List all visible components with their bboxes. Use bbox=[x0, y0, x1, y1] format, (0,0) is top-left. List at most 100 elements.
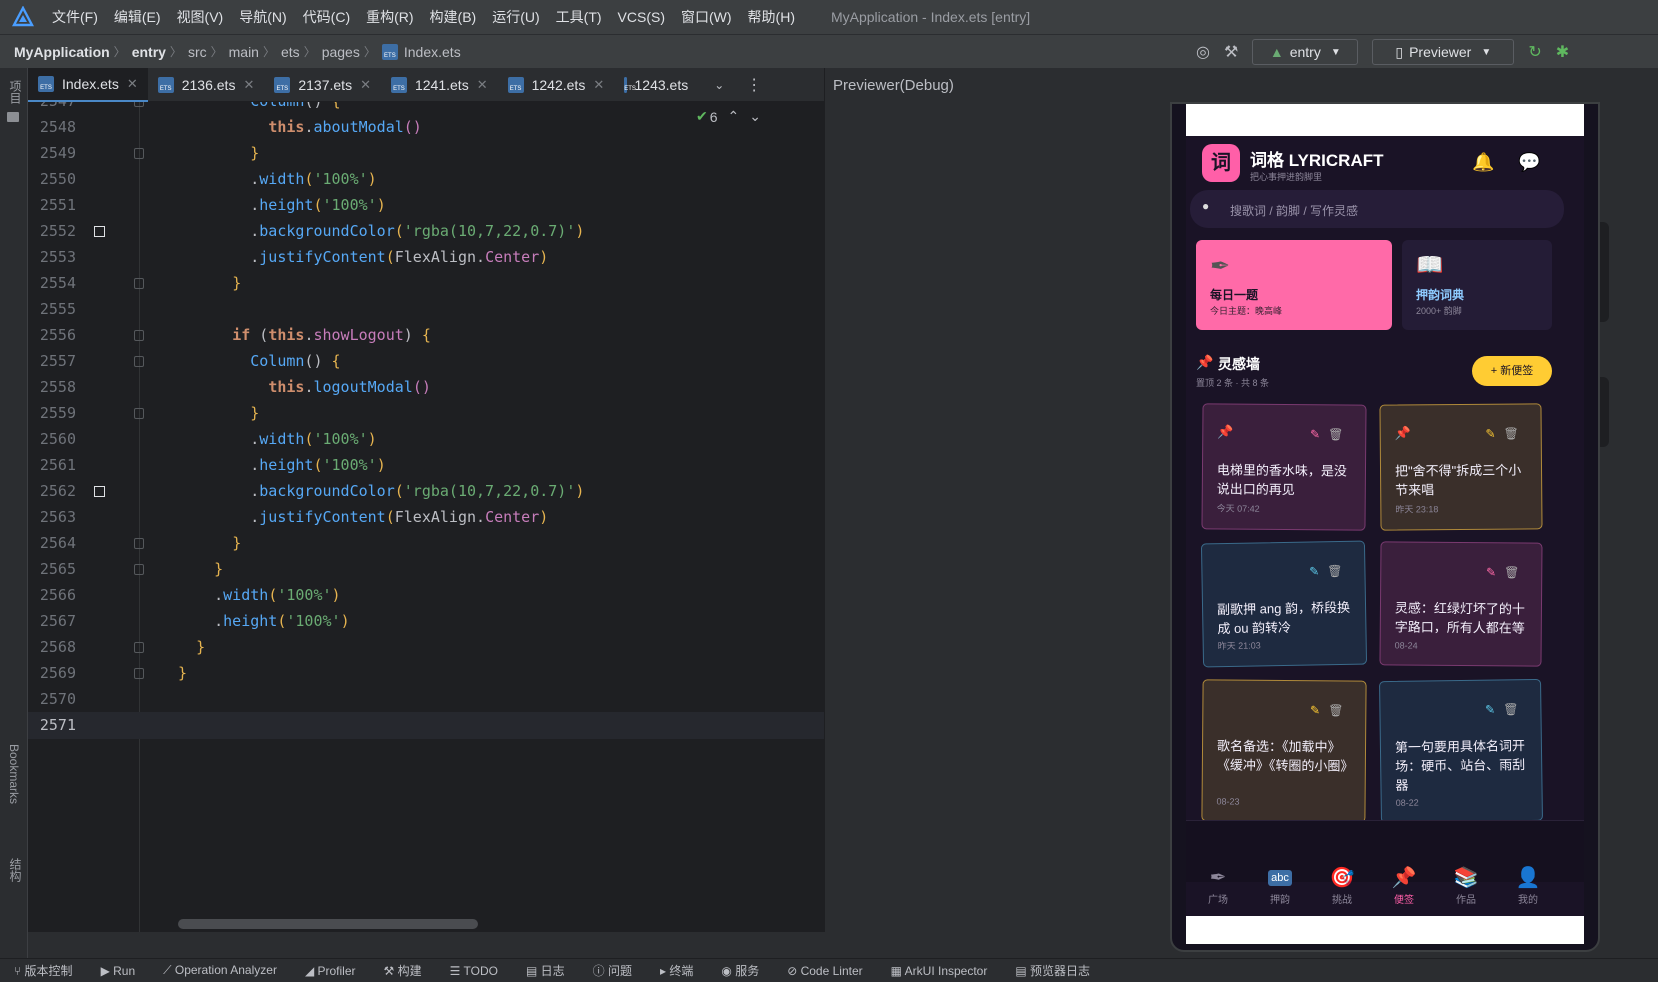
line-number[interactable]: 2550 bbox=[34, 166, 76, 193]
code-line[interactable]: 2569} bbox=[28, 660, 824, 687]
tool-run[interactable]: ▶ Run bbox=[101, 964, 136, 978]
line-number[interactable]: 2571 bbox=[34, 712, 76, 739]
menu-edit[interactable]: 编辑(E) bbox=[114, 7, 161, 27]
note-card[interactable]: 📌 ✎🗑 把"舍不得"拆成三个小节来唱 昨天 23:18 bbox=[1379, 403, 1543, 531]
menu-view[interactable]: 视图(V) bbox=[177, 7, 224, 27]
note-card[interactable]: ✎🗑 灵感：红绿灯坏了的十字路口，所有人都在等 08-24 bbox=[1379, 541, 1543, 667]
line-number[interactable]: 2568 bbox=[34, 634, 76, 661]
trash-icon[interactable]: 🗑 bbox=[1503, 702, 1526, 716]
line-number[interactable]: 2551 bbox=[34, 192, 76, 219]
debug-bug-icon[interactable]: ✱ bbox=[1556, 42, 1569, 62]
inspection-check-icon[interactable]: ✔ bbox=[696, 108, 708, 125]
code-line[interactable]: 2555 bbox=[28, 296, 824, 323]
code-line[interactable]: 2571 bbox=[28, 712, 824, 739]
menu-tools[interactable]: 工具(T) bbox=[556, 7, 602, 27]
daily-question-card[interactable]: ✒ 每日一题 今日主题：晚高峰 bbox=[1196, 240, 1392, 330]
code-line[interactable]: 2550 .width('100%') bbox=[28, 166, 824, 193]
trash-icon[interactable]: 🗑 bbox=[1503, 426, 1526, 440]
code-line[interactable]: 2559 } bbox=[28, 400, 824, 427]
line-number[interactable]: 2564 bbox=[34, 530, 76, 557]
code-line[interactable]: 2568 } bbox=[28, 634, 824, 661]
horizontal-scrollbar[interactable] bbox=[178, 919, 478, 929]
menu-navigate[interactable]: 导航(N) bbox=[239, 7, 286, 27]
tool-code-linter[interactable]: ⊘ Code Linter bbox=[787, 964, 862, 978]
note-card[interactable]: 📌 ✎🗑 电梯里的香水味，是没说出口的再见 今天 07:42 bbox=[1201, 403, 1367, 531]
target-icon[interactable]: ◎ bbox=[1196, 42, 1210, 62]
device-select[interactable]: ▯ Previewer ▼ bbox=[1372, 39, 1515, 65]
code-line[interactable]: 2556 if (this.showLogout) { bbox=[28, 322, 824, 349]
trash-icon[interactable]: 🗑 bbox=[1328, 703, 1351, 717]
line-number[interactable]: 2553 bbox=[34, 244, 76, 271]
line-number[interactable]: 2548 bbox=[34, 114, 76, 141]
line-number[interactable]: 2570 bbox=[34, 686, 76, 713]
color-swatch-icon[interactable] bbox=[94, 486, 105, 497]
line-number[interactable]: 2559 bbox=[34, 400, 76, 427]
breadcrumb-file[interactable]: Index.ets bbox=[404, 44, 461, 60]
fold-marker-icon[interactable] bbox=[134, 408, 144, 419]
chevron-up-icon[interactable]: ⌃ bbox=[728, 108, 740, 125]
edit-pencil-icon[interactable]: ✎ bbox=[1310, 427, 1328, 441]
breadcrumb-src[interactable]: src bbox=[188, 44, 207, 60]
menu-code[interactable]: 代码(C) bbox=[303, 7, 350, 27]
edit-pencil-icon[interactable]: ✎ bbox=[1309, 564, 1327, 578]
code-line[interactable]: 2564 } bbox=[28, 530, 824, 557]
trash-icon[interactable]: 🗑 bbox=[1327, 564, 1350, 578]
breadcrumb-main[interactable]: main bbox=[229, 44, 259, 60]
breadcrumb-project[interactable]: MyApplication bbox=[14, 44, 110, 60]
line-number[interactable]: 2554 bbox=[34, 270, 76, 297]
fold-marker-icon[interactable] bbox=[134, 564, 144, 575]
nav-notes[interactable]: 📌 便签 bbox=[1374, 865, 1434, 906]
tool-build[interactable]: ⚒ 构建 bbox=[384, 962, 422, 979]
structure-tool-button[interactable]: 结构 bbox=[7, 858, 24, 882]
code-line[interactable]: 2565 } bbox=[28, 556, 824, 583]
code-line[interactable]: 2551 .height('100%') bbox=[28, 192, 824, 219]
line-number[interactable]: 2565 bbox=[34, 556, 76, 583]
menu-refactor[interactable]: 重构(R) bbox=[366, 7, 413, 27]
code-line[interactable]: 2567 .height('100%') bbox=[28, 608, 824, 635]
line-number[interactable]: 2557 bbox=[34, 348, 76, 375]
fold-marker-icon[interactable] bbox=[134, 668, 144, 679]
tool-terminal[interactable]: ▸ 终端 bbox=[660, 962, 693, 979]
breadcrumb-ets[interactable]: ets bbox=[281, 44, 300, 60]
edit-pencil-icon[interactable]: ✎ bbox=[1486, 565, 1504, 579]
tab-2137[interactable]: 2137.ets ✕ bbox=[264, 68, 381, 102]
fold-marker-icon[interactable] bbox=[134, 102, 144, 107]
code-line[interactable]: 2562 .backgroundColor('rgba(10,7,22,0.7)… bbox=[28, 478, 824, 505]
tool-problems[interactable]: ⓘ 问题 bbox=[593, 962, 632, 979]
edit-pencil-icon[interactable]: ✎ bbox=[1310, 703, 1328, 717]
nav-rhyme[interactable]: abc 押韵 bbox=[1250, 865, 1310, 906]
tool-services[interactable]: ◉ 服务 bbox=[721, 962, 759, 979]
tool-todo[interactable]: ☰ TODO bbox=[450, 964, 498, 978]
tool-profiler[interactable]: ◢ Profiler bbox=[305, 964, 356, 978]
breadcrumb-module[interactable]: entry bbox=[132, 44, 166, 60]
code-line[interactable]: 2553 .justifyContent(FlexAlign.Center) bbox=[28, 244, 824, 271]
trash-icon[interactable]: 🗑 bbox=[1328, 427, 1351, 441]
menu-run[interactable]: 运行(U) bbox=[492, 7, 539, 27]
line-number[interactable]: 2567 bbox=[34, 608, 76, 635]
fold-marker-icon[interactable] bbox=[134, 278, 144, 289]
code-line[interactable]: 2557 Column() { bbox=[28, 348, 824, 375]
line-number[interactable]: 2563 bbox=[34, 504, 76, 531]
line-number[interactable]: 2566 bbox=[34, 582, 76, 609]
code-line[interactable]: 2560 .width('100%') bbox=[28, 426, 824, 453]
code-line[interactable]: 2549 } bbox=[28, 140, 824, 167]
more-options-icon[interactable]: ⋮ bbox=[746, 75, 762, 95]
new-note-button[interactable]: + 新便签 bbox=[1472, 356, 1552, 386]
code-line[interactable]: 2566 .width('100%') bbox=[28, 582, 824, 609]
line-number[interactable]: 2562 bbox=[34, 478, 76, 505]
hammer-icon[interactable]: ⚒ bbox=[1224, 42, 1238, 62]
tab-index[interactable]: Index.ets ✕ bbox=[28, 67, 148, 102]
chat-icon[interactable]: 💬 bbox=[1518, 152, 1540, 173]
line-number[interactable]: 2549 bbox=[34, 140, 76, 167]
code-line[interactable]: 2554 } bbox=[28, 270, 824, 297]
tool-previewer-log[interactable]: ▤ 预览器日志 bbox=[1015, 962, 1090, 979]
trash-icon[interactable]: 🗑 bbox=[1504, 565, 1527, 579]
chevron-down-icon[interactable]: ⌄ bbox=[749, 108, 761, 125]
tool-operation-analyzer[interactable]: ⟋ Operation Analyzer bbox=[163, 963, 277, 978]
line-number[interactable]: 2555 bbox=[34, 296, 76, 323]
code-line[interactable]: 2570 bbox=[28, 686, 824, 713]
fold-marker-icon[interactable] bbox=[134, 148, 144, 159]
project-tool-button[interactable]: 项目 bbox=[7, 80, 24, 104]
code-line[interactable]: 2558 this.logoutModal() bbox=[28, 374, 824, 401]
fold-marker-icon[interactable] bbox=[134, 330, 144, 341]
